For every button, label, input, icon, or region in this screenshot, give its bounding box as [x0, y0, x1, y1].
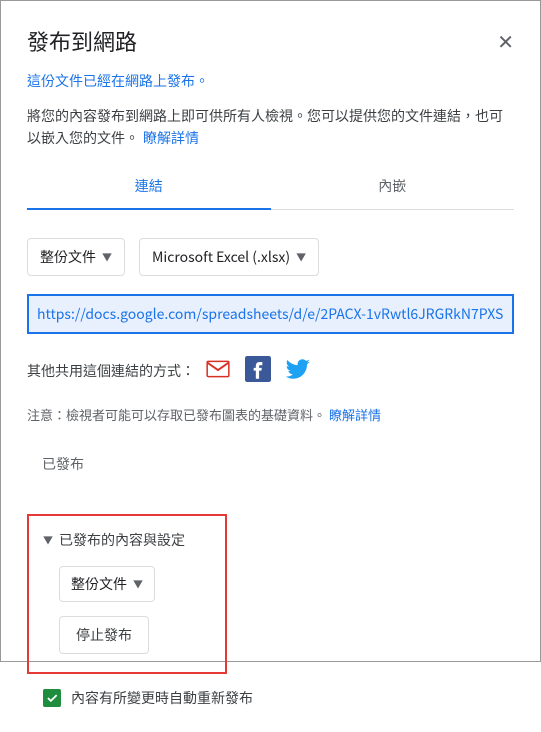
published-settings-header[interactable]: ▼ 已發布的內容與設定	[43, 530, 211, 550]
dialog-description: 將您的內容發布到網路上即可供所有人檢視。您可以提供您的文件連結，也可以嵌入您的文…	[27, 105, 514, 150]
scope-dropdown-label: 整份文件	[40, 247, 96, 267]
highlighted-section: ▼ 已發布的內容與設定 整份文件 ▼ 停止發布	[27, 514, 227, 674]
format-dropdown[interactable]: Microsoft Excel (.xlsx) ▼	[139, 238, 319, 276]
caret-down-icon: ▼	[133, 576, 143, 591]
tabs: 連結 內嵌	[27, 164, 514, 210]
caret-down-icon: ▼	[296, 249, 306, 264]
note-text: 注意：檢視者可能可以存取已發布圖表的基礎資料。	[27, 405, 326, 424]
learn-more-link[interactable]: 瞭解詳情	[143, 128, 199, 148]
close-icon[interactable]: ✕	[497, 31, 514, 51]
triangle-down-icon: ▼	[43, 532, 53, 547]
tab-link[interactable]: 連結	[27, 164, 271, 210]
note-learn-more-link[interactable]: 瞭解詳情	[329, 405, 381, 424]
caret-down-icon: ▼	[102, 249, 112, 264]
published-button[interactable]: 已發布	[27, 444, 99, 484]
settings-scope-dropdown[interactable]: 整份文件 ▼	[59, 566, 155, 602]
tab-embed[interactable]: 內嵌	[271, 164, 515, 209]
scope-dropdown[interactable]: 整份文件 ▼	[27, 238, 125, 276]
stop-publish-button[interactable]: 停止發布	[59, 616, 149, 654]
format-dropdown-label: Microsoft Excel (.xlsx)	[152, 247, 290, 267]
publish-url-input[interactable]	[27, 294, 514, 334]
twitter-icon[interactable]	[285, 356, 311, 387]
visibility-note: 注意：檢視者可能可以存取已發布圖表的基礎資料。 瞭解詳情	[27, 405, 514, 424]
published-status: 這份文件已經在網路上發布。	[27, 71, 514, 91]
share-label: 其他共用這個連結的方式：	[27, 361, 195, 381]
dialog-title: 發布到網路	[27, 25, 137, 57]
section-title: 已發布的內容與設定	[59, 530, 185, 550]
auto-republish-checkbox[interactable]	[43, 689, 61, 707]
settings-scope-label: 整份文件	[71, 574, 127, 594]
gmail-icon[interactable]	[205, 356, 231, 387]
facebook-icon[interactable]	[245, 356, 271, 387]
description-text: 將您的內容發布到網路上即可供所有人檢視。您可以提供您的文件連結，也可以嵌入您的文…	[27, 106, 503, 148]
auto-republish-label: 內容有所變更時自動重新發布	[71, 688, 253, 708]
